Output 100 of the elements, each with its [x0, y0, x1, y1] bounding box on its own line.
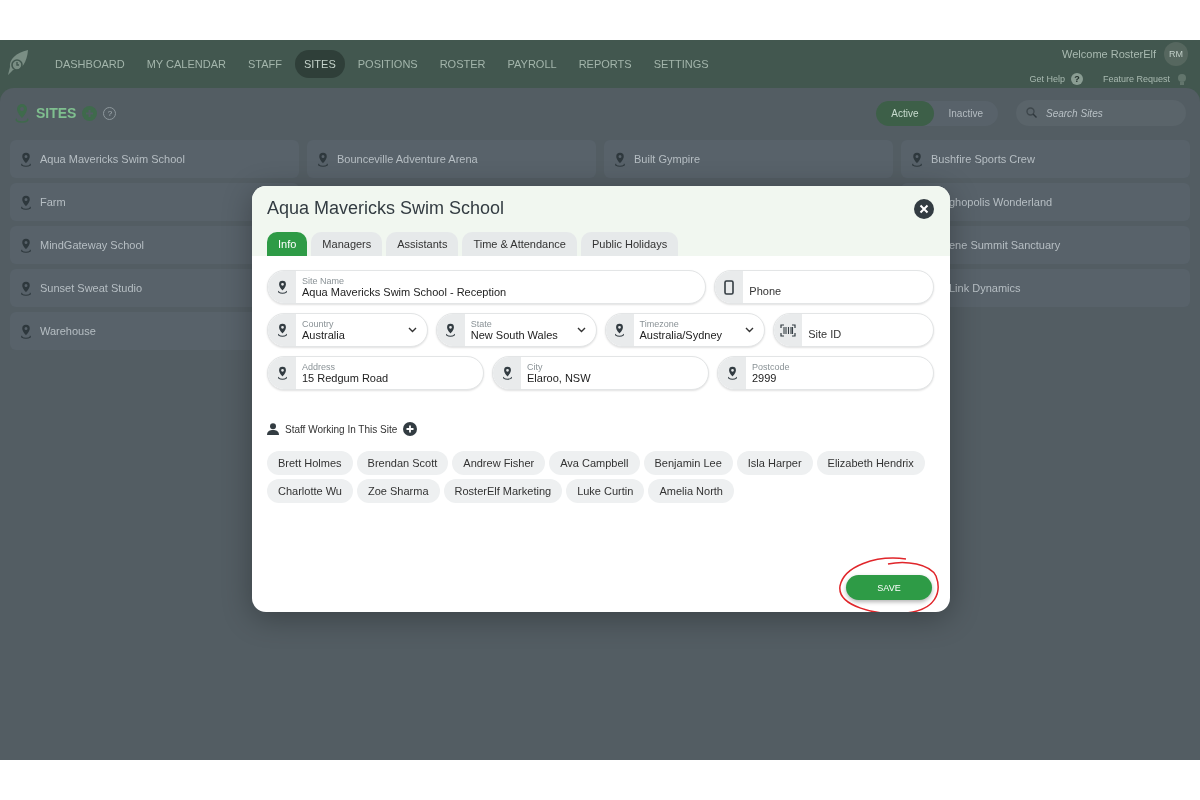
field-label: City — [527, 362, 544, 372]
pin-icon — [14, 103, 30, 123]
tab[interactable]: Managers — [311, 232, 383, 256]
site-card[interactable]: Aqua Mavericks Swim School — [10, 140, 299, 178]
field-value: 15 Redgum Road — [302, 372, 390, 384]
nav-tab[interactable]: PAYROLL — [498, 50, 566, 78]
get-help-link[interactable]: Get Help — [1029, 74, 1065, 84]
field-label: Postcode — [752, 362, 791, 372]
pin-icon — [445, 323, 457, 337]
field-label: Site Name — [302, 276, 346, 286]
field-label: Country — [302, 319, 335, 329]
add-icon[interactable] — [403, 422, 418, 436]
phone-icon — [724, 279, 735, 295]
help-icon: ? — [1070, 73, 1083, 85]
field-value: Elaroo, NSW — [527, 372, 592, 384]
filter-toggle[interactable]: Active — [876, 100, 934, 126]
search-icon — [1026, 107, 1037, 118]
staff-chip[interactable]: Luke Curtin — [566, 479, 645, 503]
site-name: Aqua Mavericks Swim School — [40, 153, 185, 165]
field-value: Aqua Mavericks Swim School - Reception — [302, 286, 508, 298]
pin-icon — [20, 323, 32, 339]
chevron-icon — [576, 327, 586, 333]
nav-tab[interactable]: POSITIONS — [348, 50, 427, 78]
tab[interactable]: Public Holidays — [580, 232, 679, 256]
section-heading: Staff Working In This Site — [285, 423, 398, 435]
staff-chip[interactable]: Isla Harper — [736, 451, 813, 475]
field-label: Timezone — [639, 319, 680, 329]
field-value: 2999 — [752, 372, 778, 384]
field-placeholder: Site ID — [808, 327, 842, 340]
feature-request-link[interactable]: Feature Request — [1102, 74, 1170, 84]
input-field[interactable]: City Elaroo, NSW — [492, 356, 709, 390]
input-field[interactable]: Site ID — [773, 313, 934, 347]
tab[interactable]: Time & Attendance — [462, 232, 577, 256]
tab[interactable]: Assistants — [386, 232, 459, 256]
pin-icon — [20, 237, 32, 253]
input-field[interactable]: Phone — [714, 270, 934, 304]
staff-chip[interactable]: Brendan Scott — [356, 451, 449, 475]
site-name: Warehouse — [40, 325, 96, 337]
pin-icon — [501, 366, 513, 380]
pin-icon — [911, 151, 923, 167]
chevron-icon — [745, 327, 755, 333]
site-name: ghopolis Wonderland — [949, 196, 1053, 208]
staff-chip[interactable]: Andrew Fisher — [452, 451, 546, 475]
field-value: Australia/Sydney — [639, 329, 724, 341]
pin-icon — [20, 194, 32, 210]
pin-icon — [614, 323, 625, 337]
input-field[interactable]: Site Name Aqua Mavericks Swim School - Reception — [267, 270, 707, 304]
pin-icon — [276, 280, 288, 294]
search-field[interactable]: Search Sites — [1016, 100, 1186, 126]
field-label: State — [470, 319, 493, 329]
filter-toggle[interactable]: Inactive — [933, 100, 998, 126]
site-name: Farm — [40, 196, 66, 208]
barcode-icon — [780, 323, 797, 337]
staff-chip[interactable]: Elizabeth Hendrix — [816, 451, 925, 475]
dropdown[interactable]: Country Australia — [267, 313, 428, 347]
tab[interactable]: Info — [267, 232, 308, 256]
nav-tab[interactable]: STAFF — [238, 50, 291, 78]
site-name: Bounceville Adventure Arena — [337, 153, 478, 165]
staff-chip[interactable]: Amelia North — [648, 479, 734, 503]
nav-tab[interactable]: SETTINGS — [644, 50, 718, 78]
close-icon[interactable] — [914, 198, 934, 219]
nav-tab[interactable]: MY CALENDAR — [137, 50, 235, 78]
staff-chip[interactable]: Benjamin Lee — [643, 451, 733, 475]
dropdown[interactable]: Timezone Australia/Sydney — [604, 313, 766, 347]
site-name: Built Gympire — [634, 153, 701, 165]
staff-chip[interactable]: Brett Holmes — [267, 451, 353, 475]
site-name: Sunset Sweat Studio — [40, 282, 143, 294]
avatar[interactable]: RM — [1164, 42, 1188, 66]
save-button[interactable]: SAVE — [846, 575, 932, 600]
staff-chip[interactable]: Zoe Sharma — [357, 479, 440, 503]
nav-tab[interactable]: REPORTS — [569, 50, 641, 78]
pin-icon — [317, 151, 329, 167]
pin-icon — [20, 151, 32, 167]
field-label: Address — [302, 362, 337, 372]
field-placeholder: Phone — [749, 284, 782, 297]
welcome-text: Welcome RosterElf — [1062, 48, 1156, 60]
site-card[interactable]: Built Gympire — [604, 140, 893, 178]
site-card[interactable]: Bounceville Adventure Arena — [307, 140, 596, 178]
input-field[interactable]: Postcode 2999 — [717, 356, 934, 390]
staff-chip[interactable]: RosterElf Marketing — [443, 479, 563, 503]
pin-icon — [20, 280, 32, 296]
page-title: SITES — [36, 105, 77, 121]
nav-tab[interactable]: DASHBOARD — [46, 50, 134, 78]
field-value: Australia — [302, 329, 346, 341]
input-field[interactable]: Address 15 Redgum Road — [267, 356, 484, 390]
field-value: New South Wales — [470, 329, 559, 341]
nav-tab[interactable]: SITES — [294, 50, 345, 78]
site-name: ene Summit Sanctuary — [949, 239, 1061, 251]
person-icon — [267, 423, 279, 435]
pin-icon — [726, 366, 738, 380]
site-name: Link Dynamics — [949, 282, 1021, 294]
pin-icon — [276, 323, 288, 337]
site-name: MindGateway School — [40, 239, 144, 251]
staff-chip[interactable]: Charlotte Wu — [267, 479, 353, 503]
pin-icon — [276, 366, 288, 380]
site-card[interactable]: Bushfire Sports Crew — [901, 140, 1190, 178]
pin-icon — [614, 151, 626, 167]
nav-tab[interactable]: ROSTER — [430, 50, 495, 78]
staff-chip[interactable]: Ava Campbell — [549, 451, 640, 475]
dropdown[interactable]: State New South Wales — [435, 313, 597, 347]
